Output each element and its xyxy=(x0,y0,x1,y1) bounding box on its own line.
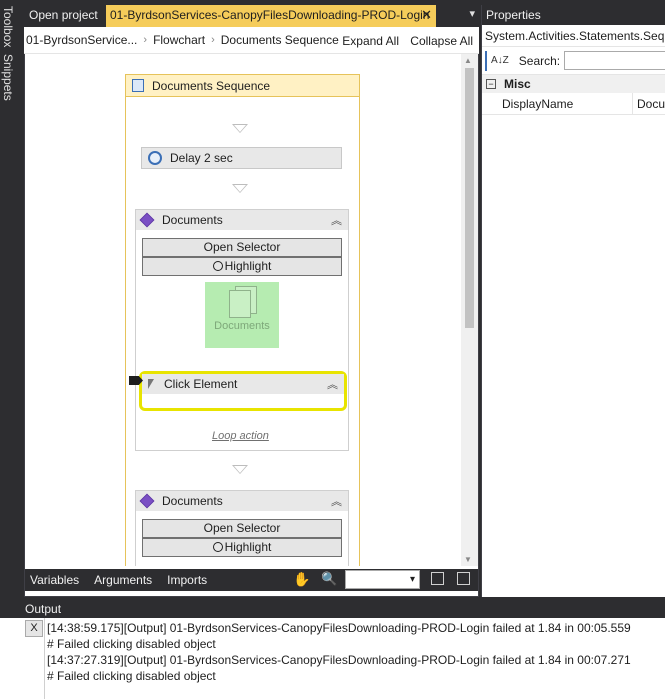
clear-output-button[interactable]: X xyxy=(25,620,43,637)
category-label: Misc xyxy=(504,77,531,91)
log-line: # Failed clicking disabled object xyxy=(47,669,216,683)
properties-type: System.Activities.Statements.Seque xyxy=(482,25,665,47)
documents-title: Documents xyxy=(162,494,223,508)
open-selector-button[interactable]: Open Selector xyxy=(142,519,342,538)
fit-to-screen-icon[interactable] xyxy=(431,572,444,585)
designer-bottom-bar: Variables Arguments Imports ✋ 🔍 ▾ xyxy=(25,569,478,591)
sequence-title: Documents Sequence xyxy=(152,78,271,93)
imports-tab[interactable]: Imports xyxy=(167,573,207,587)
highlight-button[interactable]: Highlight xyxy=(142,538,342,557)
documents-header[interactable]: Documents ︽ xyxy=(136,210,348,230)
categorized-icon[interactable] xyxy=(485,50,487,71)
category-misc[interactable]: − Misc xyxy=(482,75,665,93)
side-strip: Toolbox Snippets xyxy=(0,0,20,600)
sequence-header[interactable]: Documents Sequence xyxy=(126,75,359,97)
breadcrumb-item[interactable]: 01-ByrdsonService... xyxy=(24,33,139,47)
document-icon xyxy=(229,290,251,318)
chevron-up-icon[interactable]: ︽ xyxy=(331,212,342,228)
drop-arrow-icon xyxy=(232,465,248,474)
output-panel: Output X [14:38:59.175][Output] 01-Byrds… xyxy=(0,600,665,699)
click-element-activity[interactable]: Click Element ︽ xyxy=(139,371,347,411)
output-log: [14:38:59.175][Output] 01-ByrdsonService… xyxy=(47,620,631,684)
property-value[interactable]: Docu xyxy=(633,97,665,111)
gem-icon xyxy=(139,212,155,228)
tab-active-label: 01-ByrdsonServices-CanopyFilesDownloadin… xyxy=(110,8,430,22)
cursor-icon xyxy=(148,379,154,389)
drop-arrow-icon xyxy=(232,184,248,193)
click-element-header[interactable]: Click Element ︽ xyxy=(142,374,344,394)
scroll-up-icon[interactable]: ▲ xyxy=(464,56,472,65)
properties-toolbar: A↓Z Search: xyxy=(482,47,665,75)
zoom-select[interactable]: ▾ xyxy=(345,570,420,589)
open-selector-button[interactable]: Open Selector xyxy=(142,238,342,257)
highlight-label: Highlight xyxy=(224,540,272,554)
log-line: # Failed clicking disabled object xyxy=(47,637,216,651)
chevron-up-icon[interactable]: ︽ xyxy=(327,376,338,392)
delay-label: Delay 2 sec xyxy=(170,151,233,165)
properties-title: Properties xyxy=(482,5,665,25)
collapse-icon[interactable]: − xyxy=(486,79,496,89)
breadcrumb: 01-ByrdsonService... › Flowchart › Docum… xyxy=(24,27,479,54)
breadcrumb-item[interactable]: Documents Sequence xyxy=(219,33,341,47)
arguments-tab[interactable]: Arguments xyxy=(94,573,152,587)
toolbox-tab[interactable]: Toolbox xyxy=(1,6,15,47)
documents-header[interactable]: Documents ︽ xyxy=(136,491,348,511)
output-title: Output xyxy=(0,600,665,618)
variables-tab[interactable]: Variables xyxy=(30,573,79,587)
hand-icon[interactable]: ✋ xyxy=(293,571,310,588)
search-input[interactable] xyxy=(564,51,665,70)
workflow-canvas: Documents Sequence Delay 2 sec Documents… xyxy=(25,54,461,566)
log-line: [14:38:59.175][Output] 01-ByrdsonService… xyxy=(47,621,631,635)
drop-arrow-icon xyxy=(232,124,248,133)
property-name: DisplayName xyxy=(482,93,633,114)
search-label: Search: xyxy=(518,53,561,68)
element-screenshot-label: Documents xyxy=(214,320,270,332)
document-tabs: Open project 01-ByrdsonServices-CanopyFi… xyxy=(24,5,479,27)
breadcrumb-separator: › xyxy=(211,34,215,46)
breadcrumb-separator: › xyxy=(143,34,148,46)
tab-dropdown-icon[interactable]: ▾ xyxy=(469,7,475,20)
delay-activity[interactable]: Delay 2 sec xyxy=(141,147,342,169)
collapse-all-button[interactable]: Collapse All xyxy=(410,34,473,48)
canvas-scrollbar[interactable]: ▲ ▼ xyxy=(461,54,478,566)
scroll-thumb[interactable] xyxy=(465,68,474,328)
click-element-title: Click Element xyxy=(164,377,238,391)
loop-action-link[interactable]: Loop action xyxy=(212,430,269,442)
property-row[interactable]: DisplayName Docu xyxy=(482,93,665,115)
tab-active-workflow[interactable]: 01-ByrdsonServices-CanopyFilesDownloadin… xyxy=(106,5,436,27)
log-line: [14:37:27.319][Output] 01-ByrdsonService… xyxy=(47,653,631,667)
element-screenshot: Documents xyxy=(205,282,279,348)
magnifier-icon xyxy=(212,542,223,552)
properties-panel: Properties System.Activities.Statements.… xyxy=(481,5,665,597)
overview-icon[interactable] xyxy=(457,572,470,585)
documents-activity[interactable]: Documents ︽ Open Selector Highlight Docu… xyxy=(135,209,349,451)
scroll-down-icon[interactable]: ▼ xyxy=(464,555,472,564)
documents-activity[interactable]: Documents ︽ Open Selector Highlight xyxy=(135,490,349,566)
gem-icon xyxy=(139,493,155,509)
expand-all-button[interactable]: Expand All xyxy=(342,34,399,48)
highlight-label: Highlight xyxy=(224,259,272,273)
close-icon[interactable]: ✕ xyxy=(421,7,432,23)
highlight-button[interactable]: Highlight xyxy=(142,257,342,276)
chevron-up-icon[interactable]: ︽ xyxy=(331,493,342,509)
documents-title: Documents xyxy=(162,213,223,227)
breadcrumb-item[interactable]: Flowchart xyxy=(151,33,207,47)
sort-alpha-icon[interactable]: A↓Z xyxy=(491,55,509,66)
divider xyxy=(44,618,45,699)
magnifier-icon xyxy=(212,261,223,271)
snippets-tab[interactable]: Snippets xyxy=(1,54,15,101)
zoom-icon[interactable]: 🔍 xyxy=(321,571,337,587)
sequence-icon xyxy=(132,79,144,92)
clock-icon xyxy=(148,151,162,165)
tab-open-project[interactable]: Open project xyxy=(29,8,98,22)
